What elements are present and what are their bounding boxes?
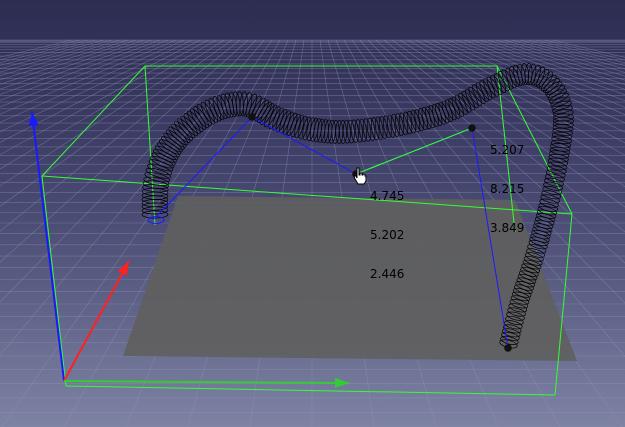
readout-x: 4.745 [370, 189, 405, 203]
bounding-box-edge [554, 213, 573, 396]
y-axis-arrow [63, 260, 130, 382]
readout-y: 8.215 [490, 182, 525, 196]
hand-pointer-icon [353, 167, 367, 185]
spring-coil [366, 117, 376, 141]
bounding-box-edge [41, 65, 146, 177]
coordinate-readout-selected: 4.745 5.202 2.446 [370, 164, 404, 307]
bounding-box-edge [144, 65, 156, 226]
readout-z: 3.849 [490, 221, 525, 235]
coordinate-readout-point-3: 5.207 8.215 3.849 [490, 118, 524, 261]
3d-viewport[interactable]: 4.745 5.202 2.446 5.207 8.215 3.849 [0, 0, 625, 427]
spring-coil [362, 118, 372, 142]
control-point[interactable] [504, 344, 512, 352]
spring-coil [552, 105, 573, 114]
x-axis-arrow [63, 380, 350, 384]
y-axis-arrow-head [117, 261, 129, 276]
readout-y: 5.202 [370, 228, 405, 242]
control-point[interactable] [248, 113, 256, 121]
x-axis-arrow-head [334, 377, 349, 388]
z-axis-arrow [31, 111, 65, 382]
readout-x: 5.207 [490, 143, 525, 157]
control-point[interactable] [468, 124, 476, 132]
readout-z: 2.446 [370, 267, 405, 281]
scene-canvas[interactable] [0, 0, 625, 427]
